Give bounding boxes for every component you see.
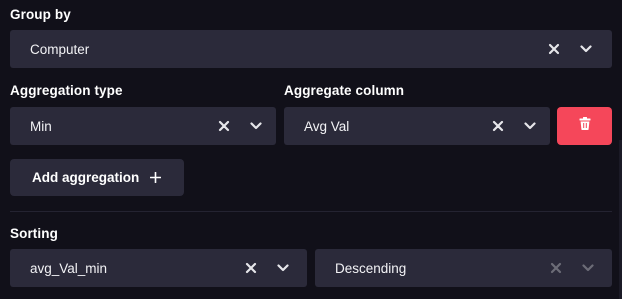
aggregation-type-value: Min [30,118,52,134]
trash-icon [579,117,591,135]
group-by-value: Computer [30,41,90,57]
chevron-down-icon[interactable] [514,107,546,145]
chevron-down-icon[interactable] [240,107,272,145]
aggregate-column-select[interactable]: Avg Val [284,107,550,145]
close-icon [540,249,572,287]
chevron-down-icon[interactable] [267,249,299,287]
add-aggregation-label: Add aggregation [32,170,140,185]
aggregation-type-label: Aggregation type [10,83,123,98]
sorting-column-select[interactable]: avg_Val_min [10,249,307,287]
sorting-column-value: avg_Val_min [30,260,108,276]
delete-aggregation-button[interactable] [557,107,612,145]
sorting-label: Sorting [10,226,58,241]
group-by-label: Group by [10,7,71,22]
close-icon[interactable] [538,30,570,68]
aggregation-type-select[interactable]: Min [10,107,276,145]
plus-icon [150,172,162,183]
aggregate-column-label: Aggregate column [284,83,405,98]
close-icon[interactable] [208,107,240,145]
close-icon[interactable] [235,249,267,287]
group-by-select[interactable]: Computer [10,30,612,68]
add-aggregation-button[interactable]: Add aggregation [10,159,184,196]
chevron-down-icon[interactable] [570,30,602,68]
close-icon[interactable] [482,107,514,145]
sorting-direction-select[interactable]: Descending [315,249,612,287]
chevron-down-icon[interactable] [572,249,604,287]
aggregation-panel: Group by Computer Aggregation type Min A… [0,0,622,299]
section-divider [10,211,612,212]
aggregate-column-value: Avg Val [304,118,350,134]
sorting-direction-value: Descending [335,260,407,276]
